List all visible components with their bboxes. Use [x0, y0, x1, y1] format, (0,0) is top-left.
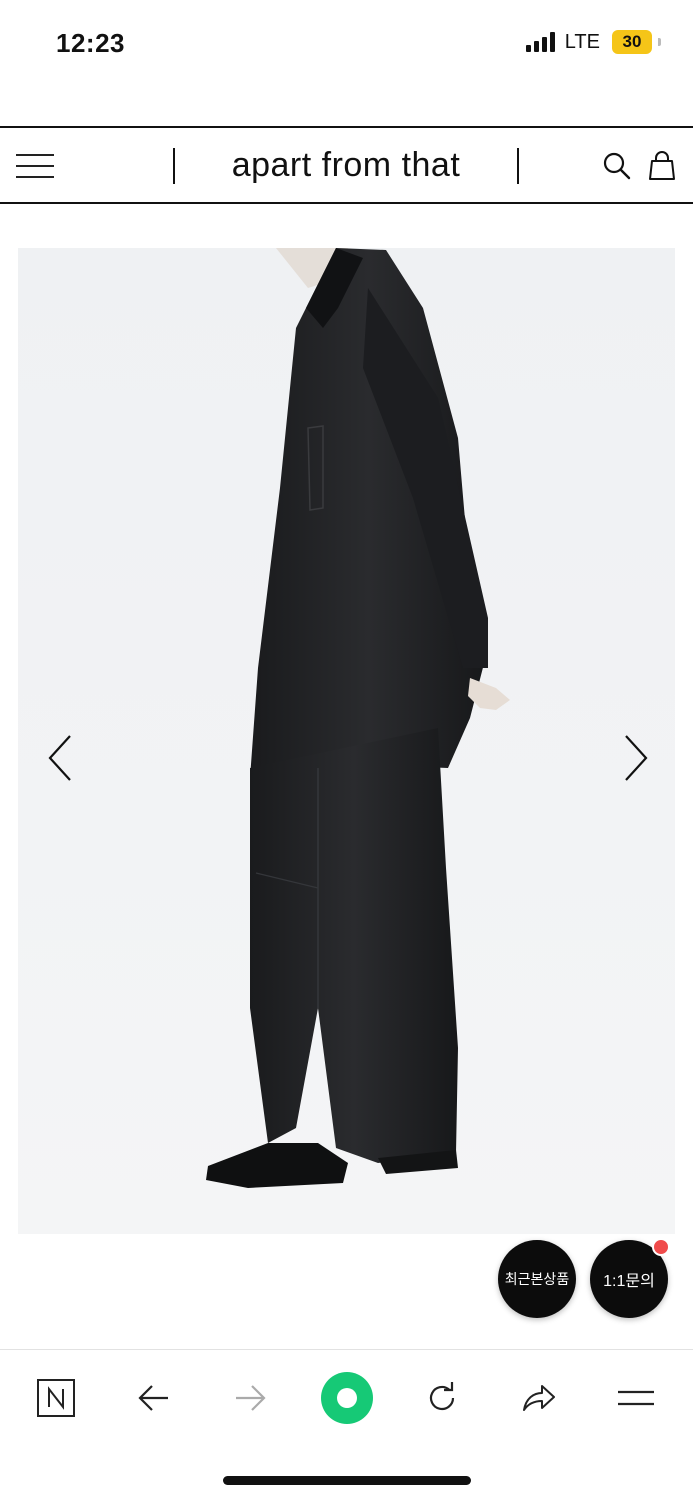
product-image[interactable] — [18, 248, 675, 1234]
inquiry-button[interactable]: 1:1문의 — [590, 1238, 670, 1318]
divider — [517, 148, 519, 184]
notification-badge — [652, 1238, 670, 1256]
network-label: LTE — [564, 30, 600, 53]
site-header: apart from that — [0, 126, 693, 204]
inquiry-label: 1:1문의 — [603, 1273, 655, 1290]
home-indicator[interactable] — [223, 1476, 471, 1485]
recent-products-label: 최근본상품 — [504, 1271, 570, 1287]
brand-logo[interactable]: apart from that — [190, 146, 502, 185]
share-icon[interactable] — [514, 1374, 562, 1422]
shopping-bag-icon[interactable] — [646, 150, 678, 182]
forward-arrow-icon[interactable] — [226, 1374, 274, 1422]
model-photo — [206, 248, 510, 1188]
menu-icon[interactable] — [16, 152, 54, 180]
battery-tip — [658, 38, 661, 46]
status-time: 12:23 — [56, 28, 125, 58]
chevron-left-icon[interactable] — [40, 728, 84, 788]
divider — [173, 148, 175, 184]
status-bar: 12:23 LTE 30 — [0, 0, 693, 90]
browser-toolbar — [0, 1349, 693, 1500]
search-icon[interactable] — [601, 150, 633, 182]
menu-icon[interactable] — [612, 1374, 660, 1422]
green-dot-icon[interactable] — [319, 1370, 375, 1426]
naver-icon[interactable] — [32, 1374, 80, 1422]
back-arrow-icon[interactable] — [130, 1374, 178, 1422]
refresh-icon[interactable] — [418, 1374, 466, 1422]
recent-products-button[interactable]: 최근본상품 — [498, 1240, 576, 1318]
battery-icon: 30 — [612, 30, 652, 54]
chevron-right-icon[interactable] — [612, 728, 656, 788]
signal-icon — [525, 32, 555, 52]
status-indicators: LTE 30 — [525, 30, 661, 54]
